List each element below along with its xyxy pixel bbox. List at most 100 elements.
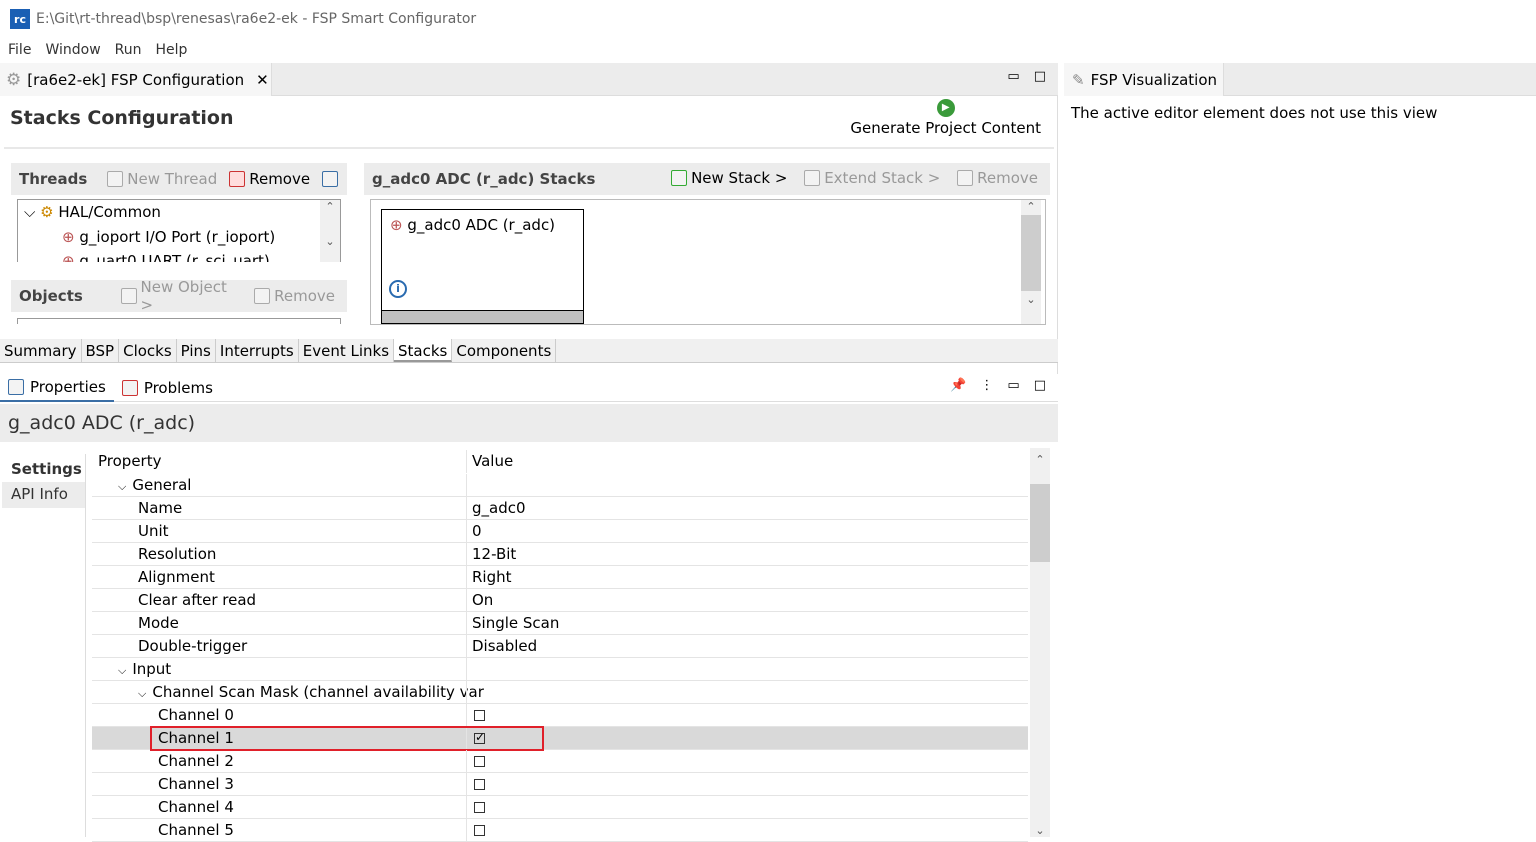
stack-module-g-adc0[interactable]: ⊕ g_adc0 ADC (r_adc) i <box>381 209 584 324</box>
tab-properties[interactable]: Properties <box>0 374 114 402</box>
property-value[interactable]: g_adc0 <box>472 499 526 517</box>
property-value[interactable]: Single Scan <box>472 614 559 632</box>
remove-thread-button[interactable]: Remove <box>229 170 310 188</box>
table-row[interactable]: Resolution 12-Bit <box>92 543 1028 566</box>
threads-scrollbar[interactable]: ⌃ ⌄ <box>320 200 340 262</box>
app-icon: rc <box>10 9 30 29</box>
new-stack-button[interactable]: New Stack > <box>671 169 787 187</box>
new-object-icon <box>120 288 137 304</box>
table-row[interactable]: Unit 0 <box>92 520 1028 543</box>
table-row[interactable]: Mode Single Scan <box>92 612 1028 635</box>
editor-tab[interactable]: ⚙ [ra6e2-ek] FSP Configuration ✕ <box>0 63 272 96</box>
channel-checkbox[interactable] <box>474 825 485 836</box>
collapse-all-icon[interactable] <box>322 171 339 187</box>
generate-project-content-button[interactable]: ▶ Generate Project Content <box>850 99 1041 137</box>
objects-header: Objects New Object > Remove <box>11 278 347 314</box>
table-row[interactable]: Channel 2 <box>92 750 1028 773</box>
tab-bsp[interactable]: BSP <box>82 339 120 362</box>
remove-object-button[interactable]: Remove <box>254 287 335 305</box>
minimize-icon[interactable]: ▭ <box>1007 69 1019 84</box>
channel-checkbox[interactable] <box>474 710 485 721</box>
info-icon[interactable]: i <box>389 280 407 298</box>
table-row[interactable]: Channel 0 <box>92 704 1028 727</box>
minimize-icon[interactable]: ▭ <box>1007 378 1019 393</box>
remove-icon <box>957 169 974 186</box>
editor-tab-label: [ra6e2-ek] FSP Configuration <box>27 70 245 89</box>
tree-item-label: g_ioport I/O Port (r_ioport) <box>79 228 276 246</box>
tab-event-links[interactable]: Event Links <box>299 339 395 362</box>
tab-stacks[interactable]: Stacks <box>394 339 453 362</box>
chevron-down-icon[interactable]: ⌵ <box>118 664 126 677</box>
menu-run[interactable]: Run <box>115 42 142 58</box>
table-row[interactable]: ⌵ Input <box>92 658 1028 681</box>
tree-item-g-uart0[interactable]: ⊕ g_uart0 UART (r_sci_uart) <box>62 252 270 262</box>
property-name: Channel 5 <box>158 821 234 839</box>
pin-icon[interactable]: 📌 <box>950 378 966 393</box>
channel-checkbox[interactable] <box>474 756 485 767</box>
table-row[interactable]: Channel 4 <box>92 796 1028 819</box>
chevron-down-icon[interactable]: ⌵ <box>118 480 126 493</box>
table-row[interactable]: Channel 5 <box>92 819 1028 842</box>
property-value[interactable]: Right <box>472 568 512 586</box>
property-label: Channel 2 <box>158 752 234 770</box>
property-name: Channel 4 <box>158 798 234 816</box>
table-row[interactable]: Clear after read On <box>92 589 1028 612</box>
close-icon[interactable]: ✕ <box>256 71 269 89</box>
side-tab-api-info[interactable]: API Info <box>2 482 85 508</box>
maximize-icon[interactable]: □ <box>1034 69 1046 84</box>
remove-label: Remove <box>249 170 311 188</box>
property-value[interactable]: 0 <box>472 522 482 540</box>
properties-scrollbar[interactable]: ⌃ ⌄ <box>1030 448 1050 837</box>
chevron-down-icon[interactable]: ⌵ <box>138 687 146 700</box>
new-object-label: New Object > <box>140 278 227 314</box>
remove-label: Remove <box>274 287 335 305</box>
maximize-icon[interactable]: □ <box>1034 378 1046 393</box>
tab-summary[interactable]: Summary <box>0 339 82 362</box>
table-row[interactable]: ⌵ General <box>92 474 1028 497</box>
stacks-scrollbar[interactable]: ⌃ ⌄ <box>1021 200 1041 324</box>
stacks-panel: g_adc0 ADC (r_adc) Stacks New Stack > Ex… <box>364 163 1050 325</box>
table-row[interactable]: Alignment Right <box>92 566 1028 589</box>
tab-clocks[interactable]: Clocks <box>119 339 177 362</box>
tab-interrupts[interactable]: Interrupts <box>216 339 299 362</box>
tab-components[interactable]: Components <box>452 339 557 362</box>
configuration-tabs: Summary BSP Clocks Pins Interrupts Event… <box>0 339 1058 363</box>
menu-file[interactable]: File <box>8 42 31 58</box>
property-value[interactable]: On <box>472 591 493 609</box>
table-row[interactable]: Channel 3 <box>92 773 1028 796</box>
extend-stack-button[interactable]: Extend Stack > <box>804 169 940 187</box>
new-object-button[interactable]: New Object > <box>120 278 242 314</box>
menu-help[interactable]: Help <box>156 42 188 58</box>
property-value[interactable]: 12-Bit <box>472 545 516 563</box>
tree-item-g-ioport[interactable]: ⊕ g_ioport I/O Port (r_ioport) <box>62 228 275 246</box>
new-thread-icon <box>107 171 124 187</box>
table-row[interactable]: Double-trigger Disabled <box>92 635 1028 658</box>
objects-tree <box>17 318 341 324</box>
table-header: Property Value <box>92 450 1028 474</box>
remove-stack-button[interactable]: Remove <box>957 169 1038 187</box>
tab-problems[interactable]: Problems <box>114 379 221 397</box>
properties-view: Properties Problems 📌 ⋮ ▭ □ g_adc0 ADC (… <box>0 374 1058 842</box>
property-label: Mode <box>138 614 179 632</box>
property-label: General <box>132 476 192 494</box>
property-name: Resolution <box>138 545 216 563</box>
side-tab-settings[interactable]: Settings <box>2 454 85 482</box>
new-thread-button[interactable]: New Thread <box>107 170 217 188</box>
fsp-visualization-view: ✎ FSP Visualization The active editor ele… <box>1064 63 1536 837</box>
tab-fsp-visualization[interactable]: ✎ FSP Visualization <box>1064 63 1224 96</box>
title-bar: rc E:\Git\rt-thread\bsp\renesas\ra6e2-ek… <box>0 0 1536 38</box>
menu-window[interactable]: Window <box>45 42 100 58</box>
channel-checkbox[interactable] <box>474 779 485 790</box>
extend-stack-label: Extend Stack > <box>824 168 941 187</box>
property-value[interactable]: Disabled <box>472 637 537 655</box>
view-menu-icon[interactable]: ⋮ <box>980 378 993 393</box>
table-row[interactable]: Name g_adc0 <box>92 497 1028 520</box>
tree-item-hal-common[interactable]: ⌵ ⚙ HAL/Common <box>24 203 161 221</box>
new-thread-label: New Thread <box>127 170 218 188</box>
table-row[interactable]: ⌵ Channel Scan Mask (channel availability… <box>92 681 1028 704</box>
visualization-message: The active editor element does not use t… <box>1064 96 1536 837</box>
channel-checkbox[interactable] <box>474 802 485 813</box>
stacks-canvas: ⊕ g_adc0 ADC (r_adc) i ⌃ ⌄ <box>370 199 1046 325</box>
tab-pins[interactable]: Pins <box>177 339 216 362</box>
property-label: Resolution <box>138 545 217 563</box>
